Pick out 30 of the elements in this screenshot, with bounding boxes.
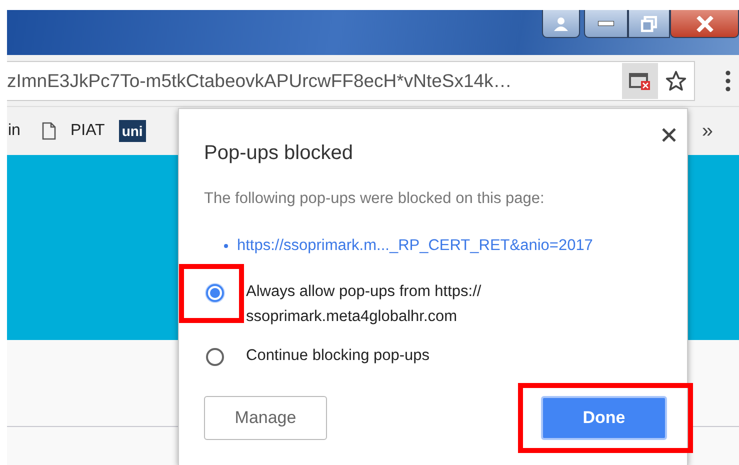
bullet-icon xyxy=(224,244,228,248)
person-icon xyxy=(553,16,569,30)
bookmark-link[interactable]: PIAT xyxy=(70,122,105,140)
more-bookmarks-button[interactable]: » xyxy=(702,120,713,142)
star-icon xyxy=(665,70,687,92)
blocked-window-icon xyxy=(629,72,651,90)
bookmark-link[interactable]: in xyxy=(8,122,20,140)
minimize-button[interactable] xyxy=(584,10,628,38)
radio-button[interactable] xyxy=(206,284,224,302)
restore-icon xyxy=(641,16,657,32)
restore-button[interactable] xyxy=(628,10,670,38)
dialog-message: The following pop-ups were blocked on this page: xyxy=(204,190,546,208)
url-text: zImnE3JkPc7To-m5tkCtabeovkAPUrcwFF8ecH*vNteSx14k… xyxy=(7,70,513,92)
address-field[interactable]: zImnE3JkPc7To-m5tkCtabeovkAPUrcwFF8ecH*vNteSx14k… xyxy=(7,60,695,100)
bookmark-logo[interactable]: uni xyxy=(118,120,146,142)
account-button[interactable] xyxy=(542,10,580,38)
blocked-link[interactable]: https://ssoprimark.m..._RP_CERT_RET&anio=2017 xyxy=(237,237,593,255)
dialog-title: Pop-ups blocked xyxy=(204,142,354,165)
close-icon xyxy=(696,16,714,32)
close-button[interactable] xyxy=(670,10,739,38)
option-label: Continue blocking pop-ups xyxy=(246,346,431,366)
close-icon[interactable] xyxy=(661,127,677,143)
manage-button[interactable]: Manage xyxy=(204,396,327,440)
option-label: Always allow pop-ups from https:// ssoprimark.meta4globalhr.com xyxy=(246,282,482,327)
menu-icon[interactable] xyxy=(725,70,731,92)
minimize-icon xyxy=(598,21,614,26)
done-button[interactable]: Done xyxy=(541,396,667,440)
popup-blocked-button[interactable] xyxy=(622,62,658,98)
radio-button[interactable] xyxy=(206,348,224,366)
page-icon xyxy=(42,122,56,140)
